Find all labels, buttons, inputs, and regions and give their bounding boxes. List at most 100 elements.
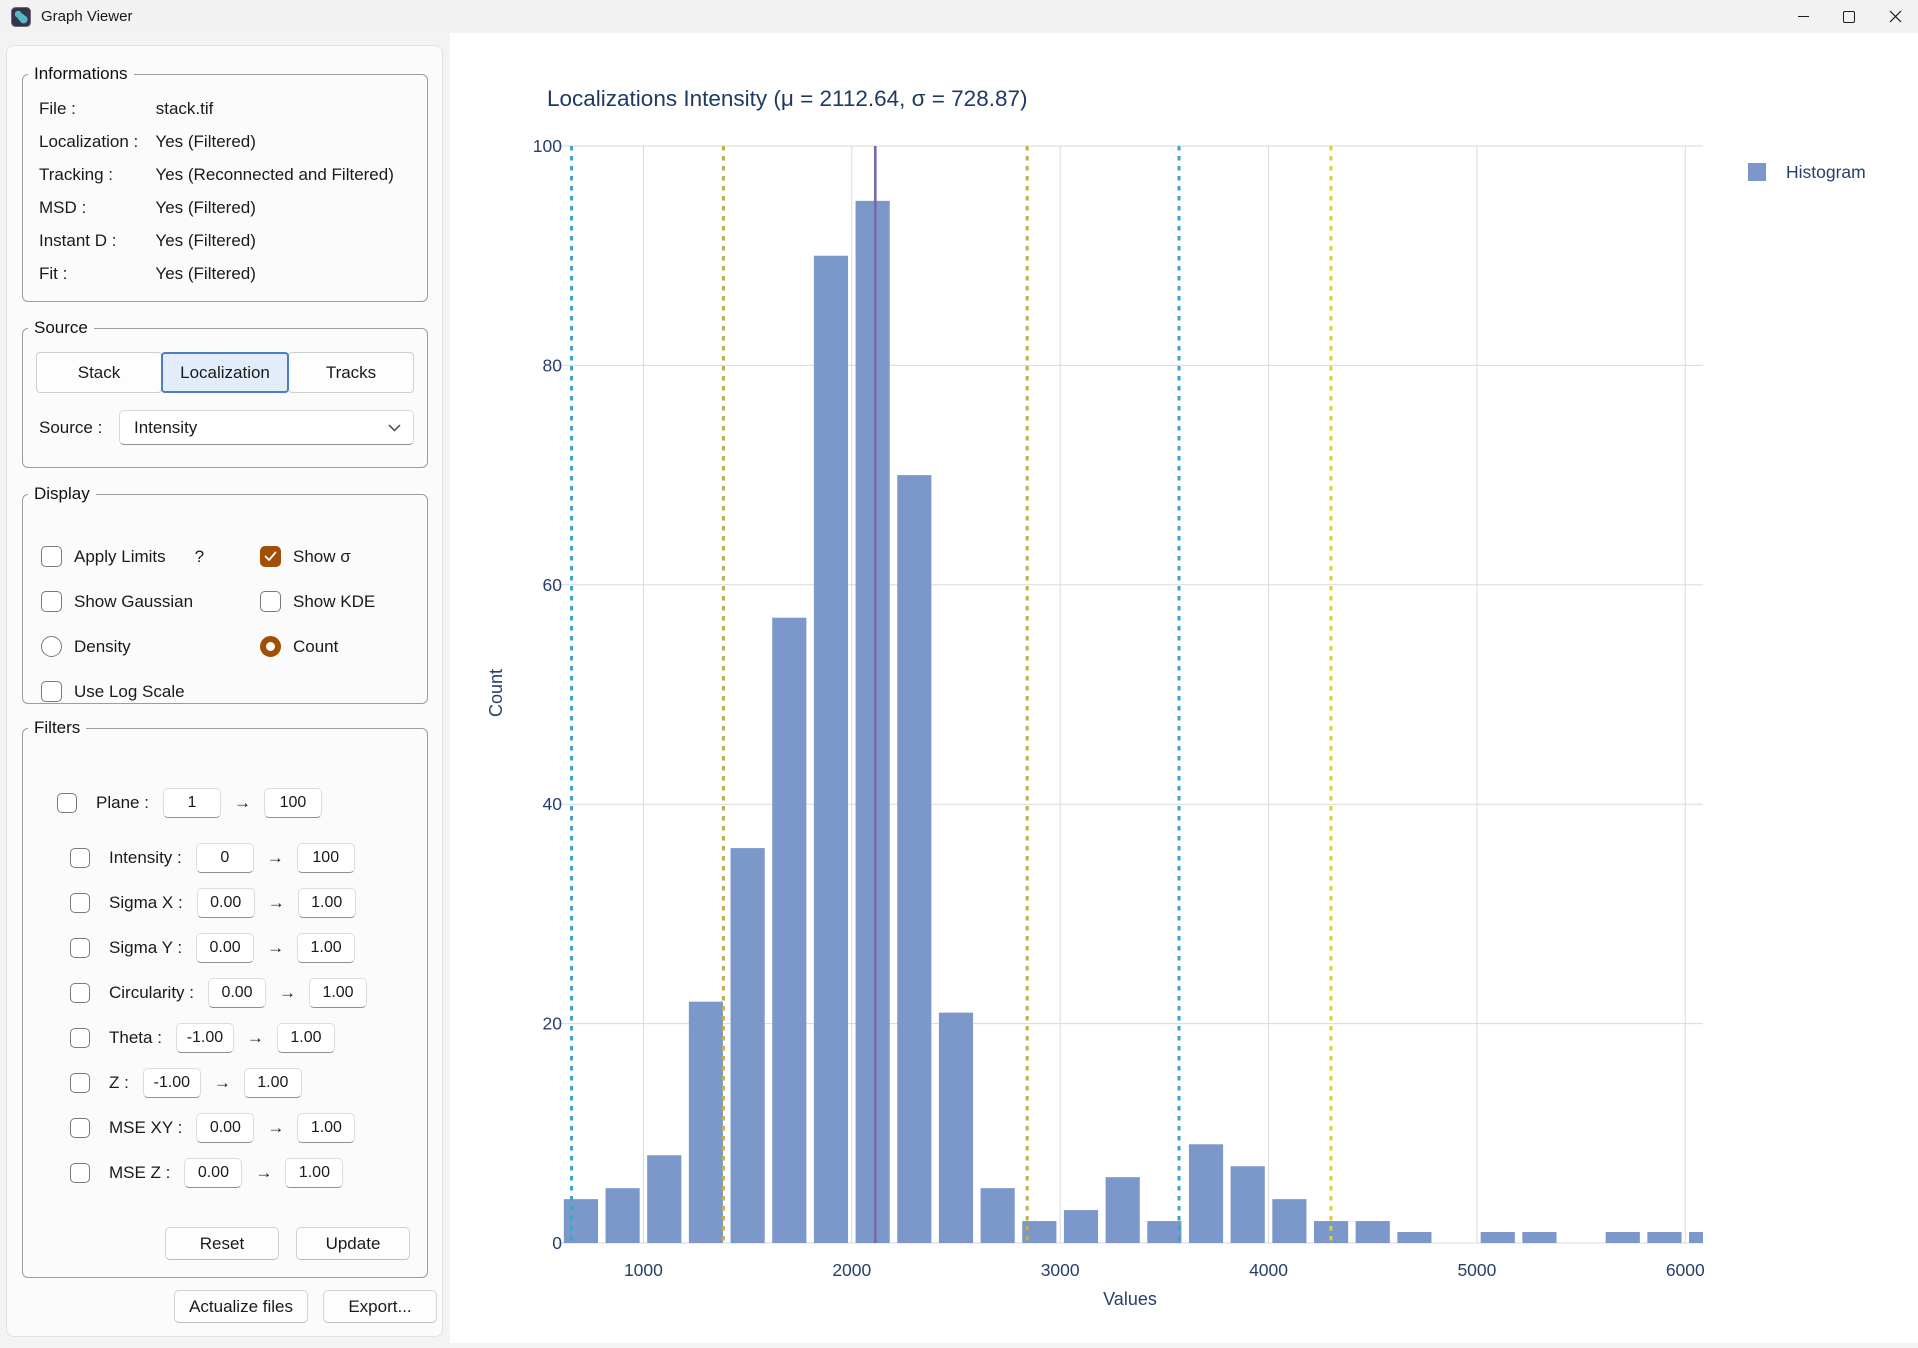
- theta-min-input[interactable]: [176, 1023, 234, 1053]
- apply-limits-checkbox[interactable]: [41, 546, 62, 567]
- check-icon: [264, 551, 277, 562]
- histogram-bar: [1272, 1199, 1306, 1243]
- y-tick-label: 0: [552, 1233, 562, 1253]
- x-tick-label: 3000: [1041, 1260, 1080, 1280]
- filter-row-circularity: Circularity : →: [70, 977, 417, 1008]
- theta-max-input[interactable]: [277, 1023, 335, 1053]
- mse-xy-filter-label: MSE XY :: [109, 1118, 182, 1138]
- tab-localization[interactable]: Localization: [161, 352, 289, 393]
- sigma-y-filter-checkbox[interactable]: [70, 938, 90, 958]
- mse-xy-min-input[interactable]: [196, 1113, 254, 1143]
- export-button[interactable]: Export...: [323, 1290, 437, 1323]
- mse-z-min-input[interactable]: [184, 1158, 242, 1188]
- info-row-localization: Localization : Yes (Filtered): [39, 125, 427, 158]
- histogram-bar: [1397, 1232, 1431, 1243]
- sidebar-actions: Actualize files Export...: [174, 1290, 437, 1323]
- minimize-icon: [1798, 16, 1809, 17]
- filter-rows: Plane : → Intensity : → Sigma X : →: [23, 738, 427, 1188]
- plane-arrow-icon: →: [234, 793, 251, 813]
- mse-z-filter-label: MSE Z :: [109, 1163, 170, 1183]
- info-row-instant-d: Instant D : Yes (Filtered): [39, 224, 427, 257]
- display-row-2: Show Gaussian Show KDE: [41, 579, 427, 624]
- z-filter-checkbox[interactable]: [70, 1073, 90, 1093]
- histogram-bar: [814, 256, 848, 1243]
- mse-z-filter-checkbox[interactable]: [70, 1163, 90, 1183]
- update-button[interactable]: Update: [296, 1227, 410, 1260]
- fit-label: Fit :: [39, 257, 151, 290]
- intensity-max-input[interactable]: [297, 843, 355, 873]
- y-tick-label: 60: [543, 575, 563, 595]
- display-options: Apply Limits ? Show σ Show Gaussian: [23, 504, 427, 714]
- histogram-chart: Localizations Intensity (μ = 2112.64, σ …: [450, 33, 1918, 1343]
- reset-button[interactable]: Reset: [165, 1227, 279, 1260]
- chart-legend: Histogram: [1748, 162, 1866, 182]
- intensity-arrow-icon: →: [267, 848, 284, 868]
- sidebar: Informations File : stack.tif Localizati…: [6, 45, 443, 1337]
- z-max-input[interactable]: [244, 1068, 302, 1098]
- source-combobox-value: Intensity: [134, 418, 388, 438]
- z-min-input[interactable]: [143, 1068, 201, 1098]
- circularity-max-input[interactable]: [309, 978, 367, 1008]
- instant-d-value: Yes (Filtered): [155, 231, 255, 250]
- source-combobox[interactable]: Intensity: [119, 410, 414, 445]
- mse-z-max-input[interactable]: [285, 1158, 343, 1188]
- mse-xy-max-input[interactable]: [297, 1113, 355, 1143]
- fit-value: Yes (Filtered): [155, 264, 255, 283]
- display-row-3: Density Count: [41, 624, 427, 669]
- sigma-x-min-input[interactable]: [197, 888, 255, 918]
- informations-groupbox: Informations File : stack.tif Localizati…: [22, 64, 428, 302]
- window-controls: [1780, 0, 1918, 33]
- grid-layer: [558, 146, 1703, 1243]
- use-log-scale-checkbox[interactable]: [41, 681, 62, 702]
- histogram-bar: [1106, 1177, 1140, 1243]
- show-gaussian-checkbox[interactable]: [41, 591, 62, 612]
- histogram-bar: [856, 201, 890, 1243]
- theta-arrow-icon: →: [247, 1028, 264, 1048]
- titlebar: Graph Viewer: [0, 0, 1918, 33]
- count-radio[interactable]: [260, 636, 281, 657]
- info-row-msd: MSD : Yes (Filtered): [39, 191, 427, 224]
- histogram-bar: [1147, 1221, 1181, 1243]
- tab-stack[interactable]: Stack: [36, 352, 162, 393]
- close-button[interactable]: [1872, 0, 1918, 33]
- intensity-filter-checkbox[interactable]: [70, 848, 90, 868]
- sigma-x-max-input[interactable]: [298, 888, 356, 918]
- density-radio[interactable]: [41, 636, 62, 657]
- tracking-value: Yes (Reconnected and Filtered): [155, 165, 393, 184]
- filter-row-mse-z: MSE Z : →: [70, 1157, 417, 1188]
- show-kde-checkbox[interactable]: [260, 591, 281, 612]
- plane-filter-label: Plane :: [96, 793, 149, 813]
- intensity-min-input[interactable]: [196, 843, 254, 873]
- tracking-label: Tracking :: [39, 158, 151, 191]
- histogram-bar: [1064, 1210, 1098, 1243]
- sigma-y-min-input[interactable]: [196, 933, 254, 963]
- legend-swatch: [1748, 163, 1766, 181]
- minimize-button[interactable]: [1780, 0, 1826, 33]
- actualize-files-button[interactable]: Actualize files: [174, 1290, 308, 1323]
- plane-max-input[interactable]: [264, 788, 322, 818]
- show-kde-label: Show KDE: [293, 592, 375, 612]
- circularity-filter-checkbox[interactable]: [70, 983, 90, 1003]
- maximize-icon: [1843, 11, 1855, 23]
- mse-xy-filter-checkbox[interactable]: [70, 1118, 90, 1138]
- x-tick-label: 1000: [624, 1260, 663, 1280]
- localization-label: Localization :: [39, 125, 151, 158]
- theta-filter-checkbox[interactable]: [70, 1028, 90, 1048]
- sigma-y-max-input[interactable]: [297, 933, 355, 963]
- plane-filter-checkbox[interactable]: [57, 793, 77, 813]
- chart-title: Localizations Intensity (μ = 2112.64, σ …: [547, 86, 1027, 111]
- histogram-bar: [1189, 1144, 1223, 1243]
- filter-row-sigma-x: Sigma X : →: [70, 887, 417, 918]
- mse-xy-arrow-icon: →: [267, 1118, 284, 1138]
- use-log-scale-label: Use Log Scale: [74, 682, 185, 702]
- circularity-min-input[interactable]: [208, 978, 266, 1008]
- histogram-bar: [1606, 1232, 1640, 1243]
- tab-tracks[interactable]: Tracks: [288, 352, 414, 393]
- plane-min-input[interactable]: [163, 788, 221, 818]
- show-gaussian-label: Show Gaussian: [74, 592, 193, 612]
- sigma-x-filter-checkbox[interactable]: [70, 893, 90, 913]
- filters-buttons: Reset Update: [165, 1227, 410, 1260]
- maximize-button[interactable]: [1826, 0, 1872, 33]
- show-sigma-checkbox[interactable]: [260, 546, 281, 567]
- y-tick-label: 20: [543, 1014, 563, 1034]
